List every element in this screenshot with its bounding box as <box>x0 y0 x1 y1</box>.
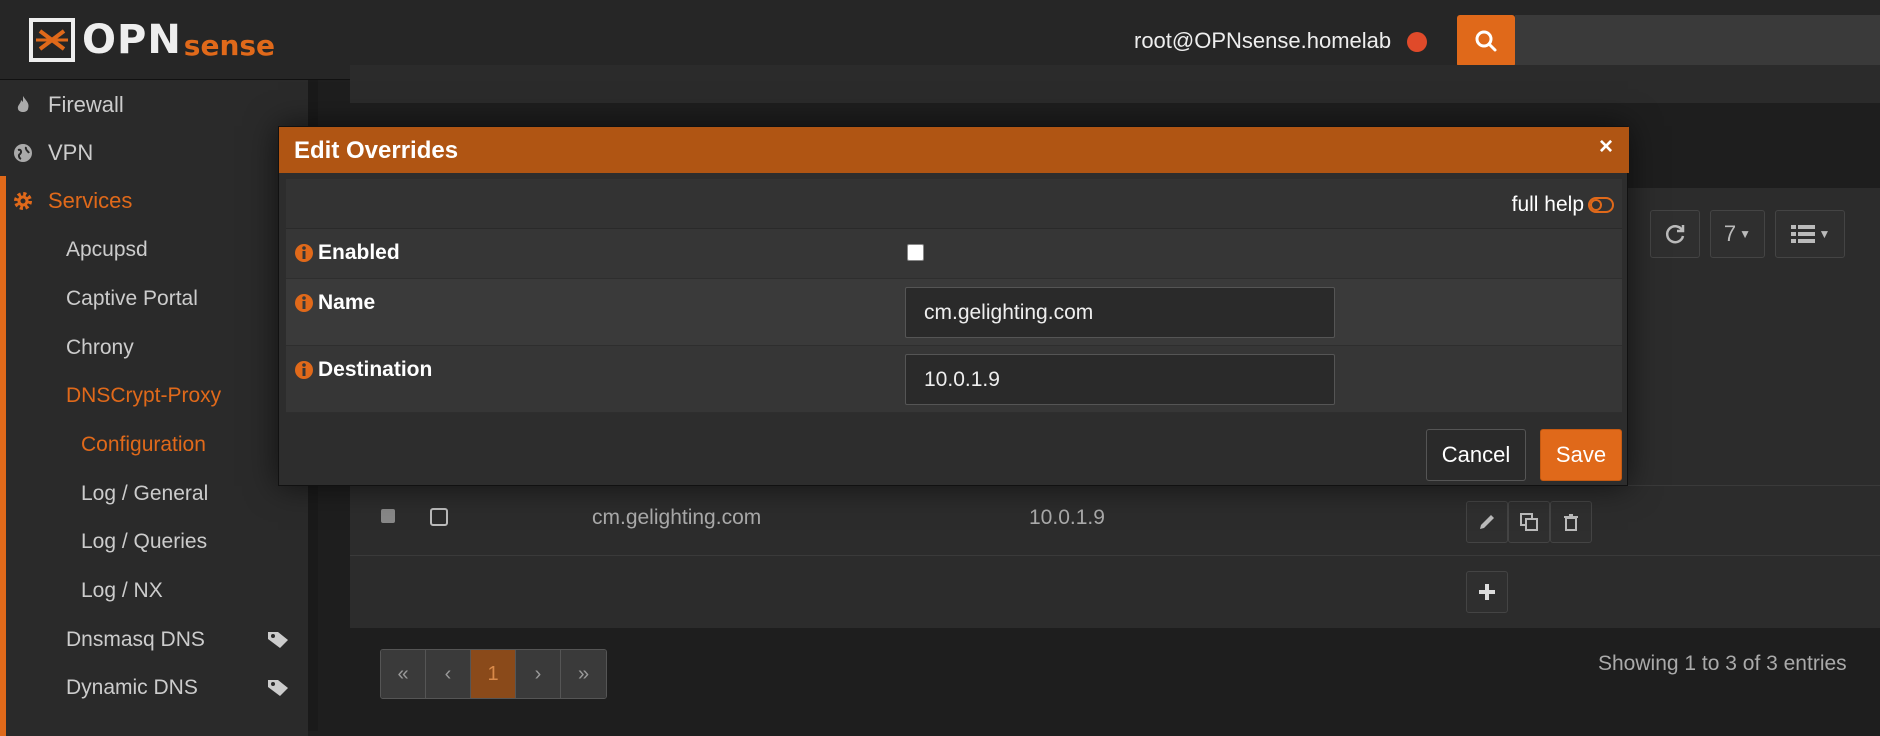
form-row-enabled: Enabled <box>286 229 1622 279</box>
refresh-icon <box>1665 225 1685 244</box>
sidebar-item-dnscrypt-proxy[interactable]: DNSCrypt-Proxy <box>66 384 221 408</box>
page-1-button[interactable]: 1 <box>471 650 516 698</box>
search-button[interactable] <box>1457 15 1515 67</box>
plus-icon <box>1479 584 1495 600</box>
form-row-name: Name cm.gelighting.com <box>286 279 1622 346</box>
user-menu[interactable]: root@OPNsense.homelab <box>1134 28 1391 54</box>
copy-icon <box>1520 513 1538 531</box>
save-button[interactable]: Save <box>1540 429 1622 481</box>
info-icon[interactable] <box>294 293 314 313</box>
row-select-checkbox[interactable] <box>430 508 448 526</box>
columns-dropdown[interactable]: ▼ <box>1775 210 1845 258</box>
sidebar-item-chrony[interactable]: Chrony <box>66 336 134 360</box>
status-indicator-icon[interactable] <box>1407 32 1427 52</box>
form-row-destination: Destination 10.0.1.9 <box>286 346 1622 413</box>
logo-mark-icon <box>29 18 75 62</box>
page-first-button[interactable]: « <box>381 650 426 698</box>
toggle-off-icon[interactable] <box>1588 197 1614 213</box>
rows-per-page-dropdown[interactable]: 7 ▼ <box>1710 210 1765 258</box>
trash-icon <box>1564 514 1578 531</box>
gear-icon <box>14 192 32 210</box>
destination-label: Destination <box>318 358 433 381</box>
close-icon[interactable]: × <box>1599 133 1613 161</box>
enabled-label: Enabled <box>318 241 400 264</box>
tags-icon <box>268 632 288 648</box>
sidebar-item-configuration[interactable]: Configuration <box>81 433 206 457</box>
list-icon <box>1790 225 1815 243</box>
clone-button[interactable] <box>1508 501 1550 543</box>
row-destination: 10.0.1.9 <box>1029 506 1105 529</box>
sidebar-item-apcupsd[interactable]: Apcupsd <box>66 238 148 262</box>
sidebar-item-log-general[interactable]: Log / General <box>81 482 208 506</box>
dialog-footer: Cancel Save <box>279 419 1629 487</box>
pagination: « ‹ 1 › » <box>380 649 607 699</box>
sidebar-item-services[interactable]: Services <box>12 188 132 214</box>
dialog-header: Edit Overrides × <box>279 127 1629 173</box>
chevron-down-icon: ▼ <box>1739 227 1752 241</box>
help-row: full help <box>286 179 1622 229</box>
globe-icon <box>14 144 32 162</box>
fire-icon <box>17 96 29 112</box>
chevron-down-icon: ▼ <box>1818 227 1831 241</box>
destination-input[interactable]: 10.0.1.9 <box>905 354 1335 405</box>
row-status-icon <box>381 509 395 523</box>
page-next-button[interactable]: › <box>516 650 561 698</box>
table-footer-row <box>350 555 1880 625</box>
sidebar-item-label: Firewall <box>48 92 124 117</box>
dialog-title: Edit Overrides <box>294 137 459 164</box>
info-icon[interactable] <box>294 360 314 380</box>
name-input[interactable]: cm.gelighting.com <box>905 287 1335 338</box>
sidebar-item-log-nx[interactable]: Log / NX <box>81 579 163 603</box>
sidebar-item-label: VPN <box>48 140 94 165</box>
entries-info: Showing 1 to 3 of 3 entries <box>1598 652 1847 675</box>
page-last-button[interactable]: » <box>561 650 606 698</box>
pencil-icon <box>1480 515 1494 529</box>
sidebar-item-captive-portal[interactable]: Captive Portal <box>66 287 198 311</box>
sidebar-item-dnsmasq-dns[interactable]: Dnsmasq DNS <box>66 628 205 652</box>
sidebar-item-label: Services <box>48 188 133 213</box>
sidebar-item-dynamic-dns[interactable]: Dynamic DNS <box>66 676 198 700</box>
refresh-button[interactable] <box>1650 210 1700 258</box>
name-label: Name <box>318 291 376 314</box>
search-icon <box>1475 30 1497 52</box>
add-button[interactable] <box>1466 571 1508 613</box>
sidebar-item-firewall[interactable]: Firewall <box>0 82 308 128</box>
logo-suffix: sense <box>183 28 276 62</box>
opnsense-logo[interactable]: OPN sense <box>28 16 275 64</box>
edit-overrides-dialog: Edit Overrides × full help Enabled Name … <box>278 126 1629 487</box>
row-name: cm.gelighting.com <box>592 506 762 529</box>
enabled-checkbox[interactable] <box>907 244 924 261</box>
tags-icon <box>268 680 288 696</box>
page-prev-button[interactable]: ‹ <box>426 650 471 698</box>
logo-word: OPN <box>82 17 182 63</box>
dialog-body: full help Enabled Name cm.gelighting.com… <box>286 179 1622 413</box>
edit-button[interactable] <box>1466 501 1508 543</box>
page-header <box>350 65 1880 103</box>
rows-per-page-value: 7 <box>1723 221 1737 246</box>
search-input[interactable] <box>1515 15 1880 67</box>
info-icon[interactable] <box>294 243 314 263</box>
delete-button[interactable] <box>1550 501 1592 543</box>
full-help-label: full help <box>1511 193 1584 216</box>
sidebar-item-vpn[interactable]: VPN <box>0 130 308 176</box>
table-row[interactable]: cm.gelighting.com 10.0.1.9 <box>350 485 1880 555</box>
cancel-button[interactable]: Cancel <box>1426 429 1526 481</box>
sidebar-item-log-queries[interactable]: Log / Queries <box>81 530 207 554</box>
